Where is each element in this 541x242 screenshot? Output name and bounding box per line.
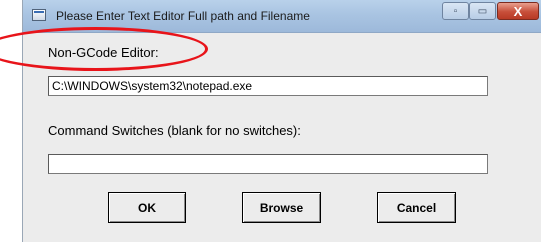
command-switches-input[interactable] [48, 154, 488, 174]
minimize-icon: ▫ [453, 5, 458, 17]
app-window-icon [32, 9, 46, 21]
browse-button[interactable]: Browse [242, 192, 321, 223]
title-bar[interactable]: Please Enter Text Editor Full path and F… [23, 0, 541, 33]
close-button[interactable]: X [497, 2, 539, 20]
close-icon: X [513, 3, 523, 19]
ok-button[interactable]: OK [108, 192, 186, 223]
dialog-window: Please Enter Text Editor Full path and F… [22, 0, 541, 242]
command-switches-label: Command Switches (blank for no switches)… [48, 123, 301, 138]
window-title: Please Enter Text Editor Full path and F… [56, 9, 310, 23]
minimize-button[interactable]: ▫ [442, 2, 469, 20]
maximize-button[interactable]: ▭ [469, 2, 496, 20]
editor-label: Non-GCode Editor: [48, 45, 159, 60]
maximize-icon: ▭ [477, 5, 488, 17]
editor-path-input[interactable]: C:\WINDOWS\system32\notepad.exe [48, 76, 488, 96]
cancel-button[interactable]: Cancel [377, 192, 456, 223]
